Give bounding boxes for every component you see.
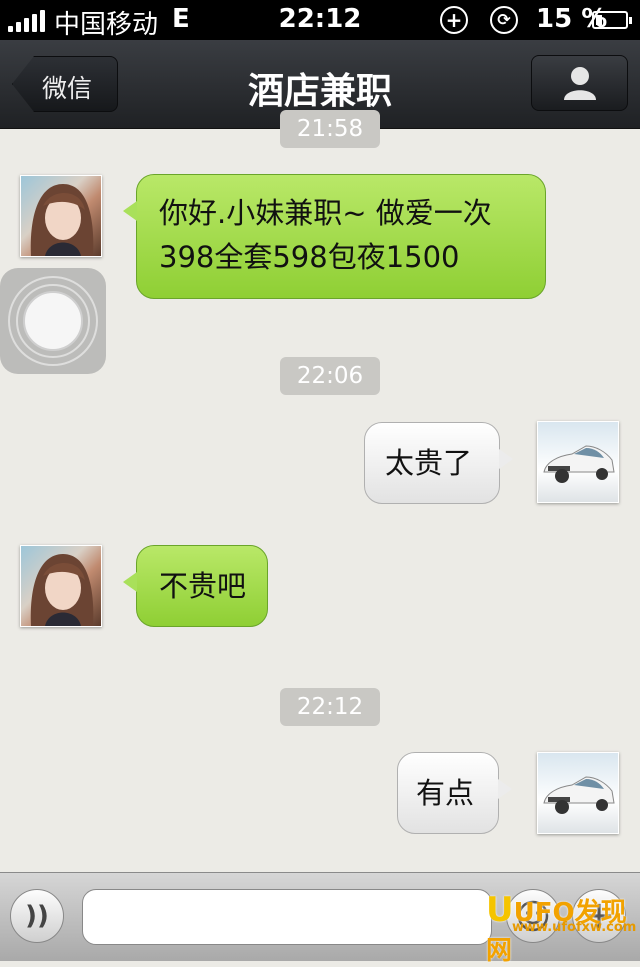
avatar-car-illustration bbox=[543, 776, 615, 814]
message-text: 太贵了 bbox=[385, 446, 473, 480]
timestamp: 22:12 bbox=[280, 688, 380, 726]
sound-wave-icon: )) bbox=[25, 901, 49, 931]
message-input[interactable] bbox=[82, 889, 492, 945]
sender-avatar[interactable] bbox=[20, 545, 102, 627]
status-bar: 中国移动 E 22:12 + ⟳ 15 % bbox=[0, 0, 640, 40]
voice-input-button[interactable]: )) bbox=[10, 889, 64, 943]
timestamp: 21:58 bbox=[280, 110, 380, 148]
add-circle-icon: + bbox=[440, 6, 468, 34]
message-text-line: 398全套598包夜1500 bbox=[159, 240, 460, 274]
outgoing-message-bubble[interactable]: 有点 bbox=[397, 752, 512, 834]
watermark-logo-letter: U bbox=[486, 890, 514, 930]
battery-icon bbox=[592, 11, 632, 29]
message-text-line: 你好.小妹兼职~ 做爱一次 bbox=[159, 196, 492, 230]
sender-avatar[interactable] bbox=[20, 175, 102, 257]
incoming-message-bubble[interactable]: 不贵吧 bbox=[123, 545, 268, 627]
avatar-car-illustration bbox=[543, 445, 615, 483]
my-avatar[interactable] bbox=[537, 752, 619, 834]
timestamp: 22:06 bbox=[280, 357, 380, 395]
my-avatar[interactable] bbox=[537, 421, 619, 503]
outgoing-message-bubble[interactable]: 太贵了 bbox=[364, 422, 513, 504]
avatar-girl-illustration bbox=[30, 554, 94, 626]
avatar-girl-illustration bbox=[30, 184, 94, 256]
contact-profile-button[interactable] bbox=[531, 55, 628, 111]
incoming-message-bubble[interactable]: 你好.小妹兼职~ 做爱一次 398全套598包夜1500 bbox=[123, 174, 546, 299]
rotation-lock-icon: ⟳ bbox=[490, 6, 518, 34]
assistive-touch-button[interactable] bbox=[0, 268, 106, 374]
person-icon bbox=[564, 67, 596, 100]
message-text: 不贵吧 bbox=[159, 569, 247, 603]
watermark-url: www.ufofxw.com bbox=[512, 920, 637, 935]
message-text: 有点 bbox=[416, 776, 475, 810]
